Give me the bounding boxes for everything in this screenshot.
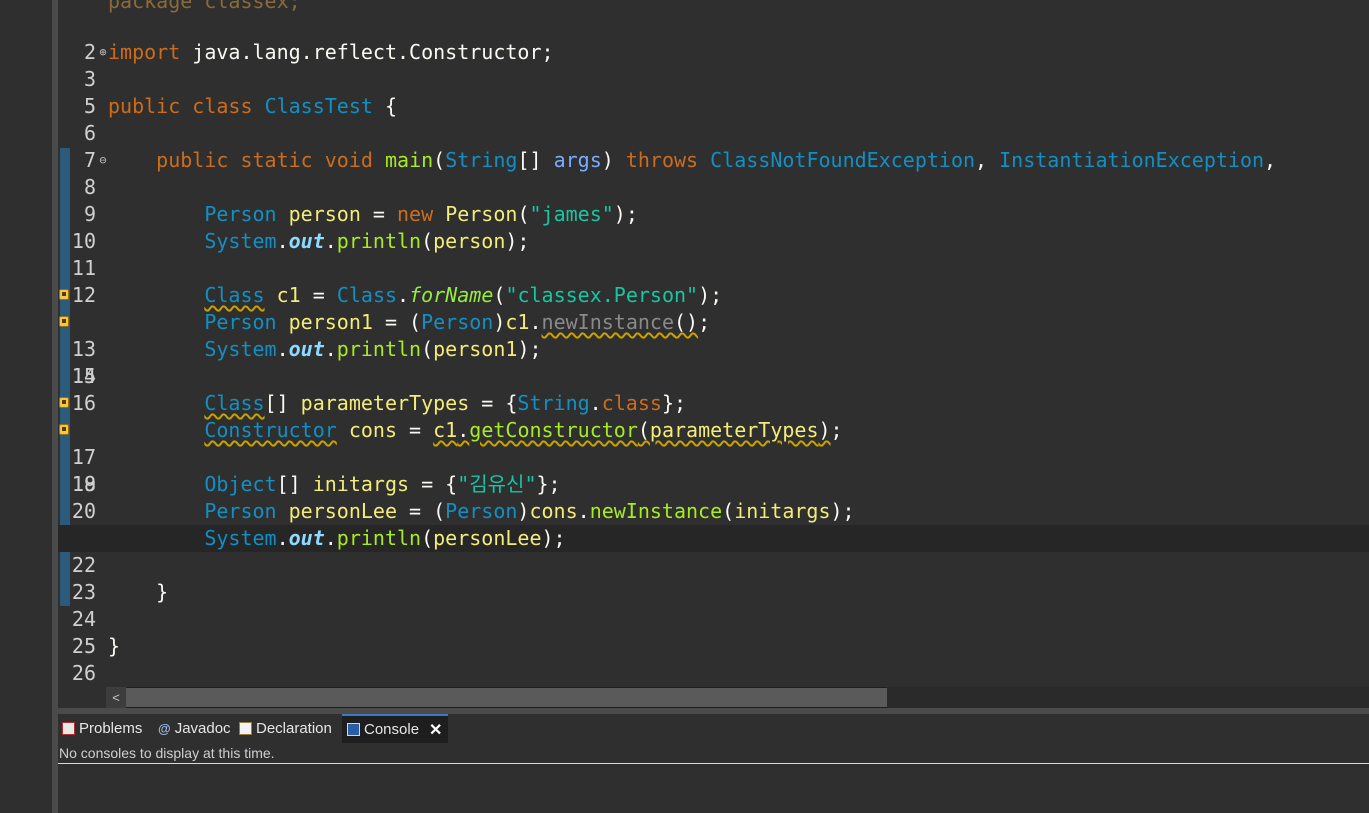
code-editor[interactable]: package classex; 2 3 ⊕ import java.lang.… — [58, 0, 1369, 687]
scrollbar-track[interactable] — [887, 687, 1369, 708]
code-line-current: 22 System.out.println(personLee); — [58, 525, 1369, 577]
code-line: 14 Person person1 = (Person)c1.newInstan… — [58, 309, 1369, 388]
code-line: 24 } — [58, 579, 1369, 631]
code-line: 9 — [58, 174, 1369, 226]
code-line: 18 Constructor cons = c1.getConstructor(… — [58, 417, 1369, 496]
tab-console[interactable]: Console ✕ — [342, 714, 449, 743]
code-line: 8 ⊖ public static void main(String[] arg… — [58, 147, 1369, 199]
bottom-panel-tabbar: Problems @ Javadoc Declaration Console ✕ — [58, 714, 1369, 743]
tab-declaration[interactable]: Declaration — [239, 714, 332, 743]
code-line: 20 Object[] initargs = {"김유신"}; — [58, 471, 1369, 523]
tab-label: Console — [364, 721, 420, 738]
code-line: 26 } — [58, 633, 1369, 685]
scrollbar-thumb[interactable] — [126, 688, 887, 707]
warning-icon[interactable] — [59, 316, 69, 327]
code-line: 17 Class[] parameterTypes = {String.clas… — [58, 390, 1369, 469]
code-line: 25 — [58, 606, 1369, 658]
code-line: 6 public class ClassTest { — [58, 93, 1369, 145]
left-panel-strip — [0, 0, 52, 813]
code-line: 15 System.out.println(person1); — [58, 336, 1369, 388]
tab-label: Declaration — [256, 720, 332, 737]
tab-label: Javadoc — [174, 720, 231, 737]
tab-label: Problems — [79, 720, 143, 737]
console-empty-message: No consoles to display at this time. — [59, 745, 275, 761]
code-line: 2 — [58, 12, 1369, 64]
fold-toggle-icon[interactable]: ⊕ — [98, 39, 108, 66]
close-icon[interactable]: ✕ — [429, 720, 442, 740]
console-view[interactable]: No consoles to display at this time. — [58, 743, 1369, 813]
code-line: 12 — [58, 255, 1369, 307]
tab-problems[interactable]: Problems — [62, 714, 142, 743]
code-line: 27 — [58, 660, 1369, 687]
javadoc-icon: @ — [158, 721, 171, 736]
code-line: 3 ⊕ import java.lang.reflect.Constructor… — [58, 39, 1369, 91]
divider — [58, 763, 1369, 764]
code-line: 19 — [58, 444, 1369, 496]
warning-icon[interactable] — [59, 289, 69, 300]
code-line: 10 Person person = new Person("james"); — [58, 201, 1369, 253]
code-line: 16 — [58, 363, 1369, 415]
scroll-left-button[interactable]: < — [106, 687, 126, 708]
code-line: 7 — [58, 120, 1369, 172]
horizontal-scrollbar[interactable]: < — [106, 687, 1369, 708]
declaration-icon — [239, 722, 252, 735]
tab-javadoc[interactable]: @ Javadoc — [158, 714, 231, 743]
console-icon — [347, 723, 360, 736]
fold-toggle-icon[interactable]: ⊖ — [98, 147, 108, 174]
warning-icon[interactable] — [59, 397, 69, 408]
code-line: 11 System.out.println(person); — [58, 228, 1369, 280]
warning-icon[interactable] — [59, 424, 69, 435]
problems-icon — [62, 722, 75, 735]
code-line: 5 — [58, 66, 1369, 118]
code-line: 23 — [58, 552, 1369, 604]
code-line: 21 Person personLee = (Person)cons.newIn… — [58, 498, 1369, 550]
code-line: 13 Class c1 = Class.forName("classex.Per… — [58, 282, 1369, 361]
